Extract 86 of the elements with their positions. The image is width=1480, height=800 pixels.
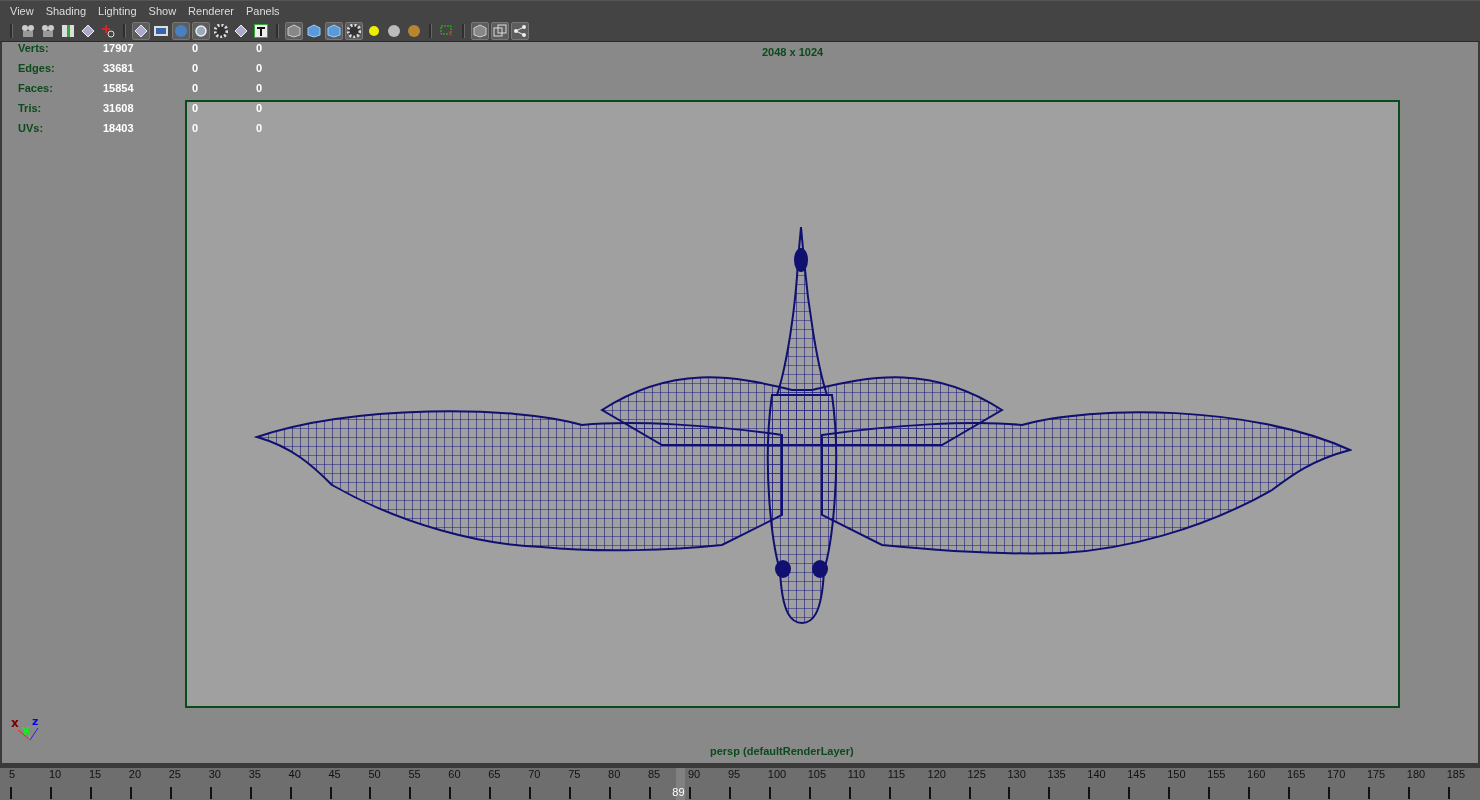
stat-value: 0	[192, 102, 200, 116]
stat-value: 0	[256, 82, 264, 96]
stat-label: UVs:	[18, 122, 45, 136]
frame-number: 25	[168, 768, 182, 782]
magnify-icon	[101, 23, 115, 38]
sphere-icon	[387, 23, 401, 38]
frame-number: 140	[1087, 768, 1107, 782]
frame-number: 150	[1167, 768, 1187, 782]
cube-icon	[327, 23, 341, 38]
stat-value: 0	[256, 122, 264, 136]
sphere-icon	[174, 23, 188, 38]
camera-icon	[21, 23, 35, 38]
frame-number: 75	[568, 768, 582, 782]
light-icon	[367, 23, 381, 38]
resolution-label: 2048 x 1024	[762, 46, 824, 58]
frame-number: 185	[1446, 768, 1467, 782]
selection-icon	[440, 23, 454, 38]
frame-number: 175	[1366, 768, 1387, 782]
frame-number: 5	[9, 768, 17, 782]
menu-item[interactable]: Lighting	[92, 4, 143, 17]
camera-icon	[41, 23, 55, 38]
menu-item[interactable]: Shading	[39, 4, 93, 17]
frame-number: 180	[1406, 768, 1427, 782]
frame-number: 100	[767, 768, 788, 782]
cube-icon	[287, 23, 301, 38]
stat-value: 18403	[103, 122, 135, 136]
stat-value: 33681	[103, 62, 135, 76]
stat-label: Tris:	[18, 102, 43, 116]
stat-value: 0	[192, 122, 200, 136]
stat-value: 0	[192, 42, 200, 56]
camera-label: persp (defaultRenderLayer)	[710, 745, 854, 757]
frame-icon	[493, 23, 507, 38]
frame-number: 120	[927, 768, 947, 782]
menu-item[interactable]: View	[4, 4, 40, 17]
frame-number: 40	[288, 768, 302, 782]
frame-number: 20	[128, 768, 143, 782]
stat-label: Verts:	[18, 42, 50, 56]
frame-number: 125	[967, 768, 987, 782]
frame-number: 15	[88, 768, 103, 782]
film-icon	[154, 24, 168, 37]
frame-number: 50	[368, 768, 382, 782]
stat-value: 0	[192, 62, 200, 76]
stat-value: 0	[192, 82, 200, 96]
stat-value: 15854	[103, 82, 135, 96]
menu-item[interactable]: Show	[142, 4, 183, 17]
frame-number: 90	[687, 768, 702, 782]
toolbar-button[interactable]	[192, 21, 210, 40]
stat-label: Edges:	[18, 62, 56, 76]
frame-number: 110	[847, 768, 867, 782]
menu-item[interactable]: Panels	[239, 4, 286, 17]
frame-number: 80	[608, 768, 622, 782]
stat-value: 0	[256, 42, 264, 56]
frame-number: 130	[1007, 768, 1027, 782]
text-icon	[254, 23, 268, 38]
sphere-icon	[407, 23, 421, 38]
frame-number: 10	[48, 768, 63, 782]
frame-number: 55	[408, 768, 422, 782]
frame-number: 170	[1326, 768, 1347, 782]
timeline[interactable]: 5 10 15 20 25 30 35 40 45 50 55 60 65 70 75 80 85 90 95 100 105 110 115 120 125 130 135 140 145 150 155 160 165 170 175 180 185 89	[0, 765, 1480, 800]
circle-icon	[194, 23, 208, 38]
stat-value: 0	[256, 102, 264, 116]
menu-item[interactable]: Renderer	[182, 4, 240, 17]
frame-number: 165	[1287, 768, 1307, 782]
frame-number: 160	[1247, 768, 1267, 782]
frame-number: 35	[248, 768, 262, 782]
frame-number: 45	[328, 768, 342, 782]
frame-number: 95	[727, 768, 742, 782]
frame-number: 85	[648, 768, 662, 782]
frame-number: 115	[887, 768, 907, 782]
stat-value: 31608	[103, 102, 135, 116]
cube-icon	[307, 23, 321, 38]
stat-value: 0	[256, 62, 264, 76]
frame-number: 155	[1207, 768, 1227, 782]
frame-number: 70	[528, 768, 542, 782]
toolbar-button[interactable]	[511, 21, 529, 40]
cube-icon	[473, 23, 487, 38]
frame-number: 105	[807, 768, 828, 782]
share-icon	[513, 23, 527, 38]
frame-number: 65	[488, 768, 502, 782]
frame-number: 135	[1047, 768, 1067, 782]
frame-number: 60	[448, 768, 462, 782]
stat-label: Faces:	[18, 82, 54, 96]
frame-number: 30	[208, 768, 222, 782]
stat-value: 17907	[103, 42, 135, 56]
frame-number: 145	[1127, 768, 1147, 782]
toolbar-button[interactable]	[252, 21, 270, 40]
